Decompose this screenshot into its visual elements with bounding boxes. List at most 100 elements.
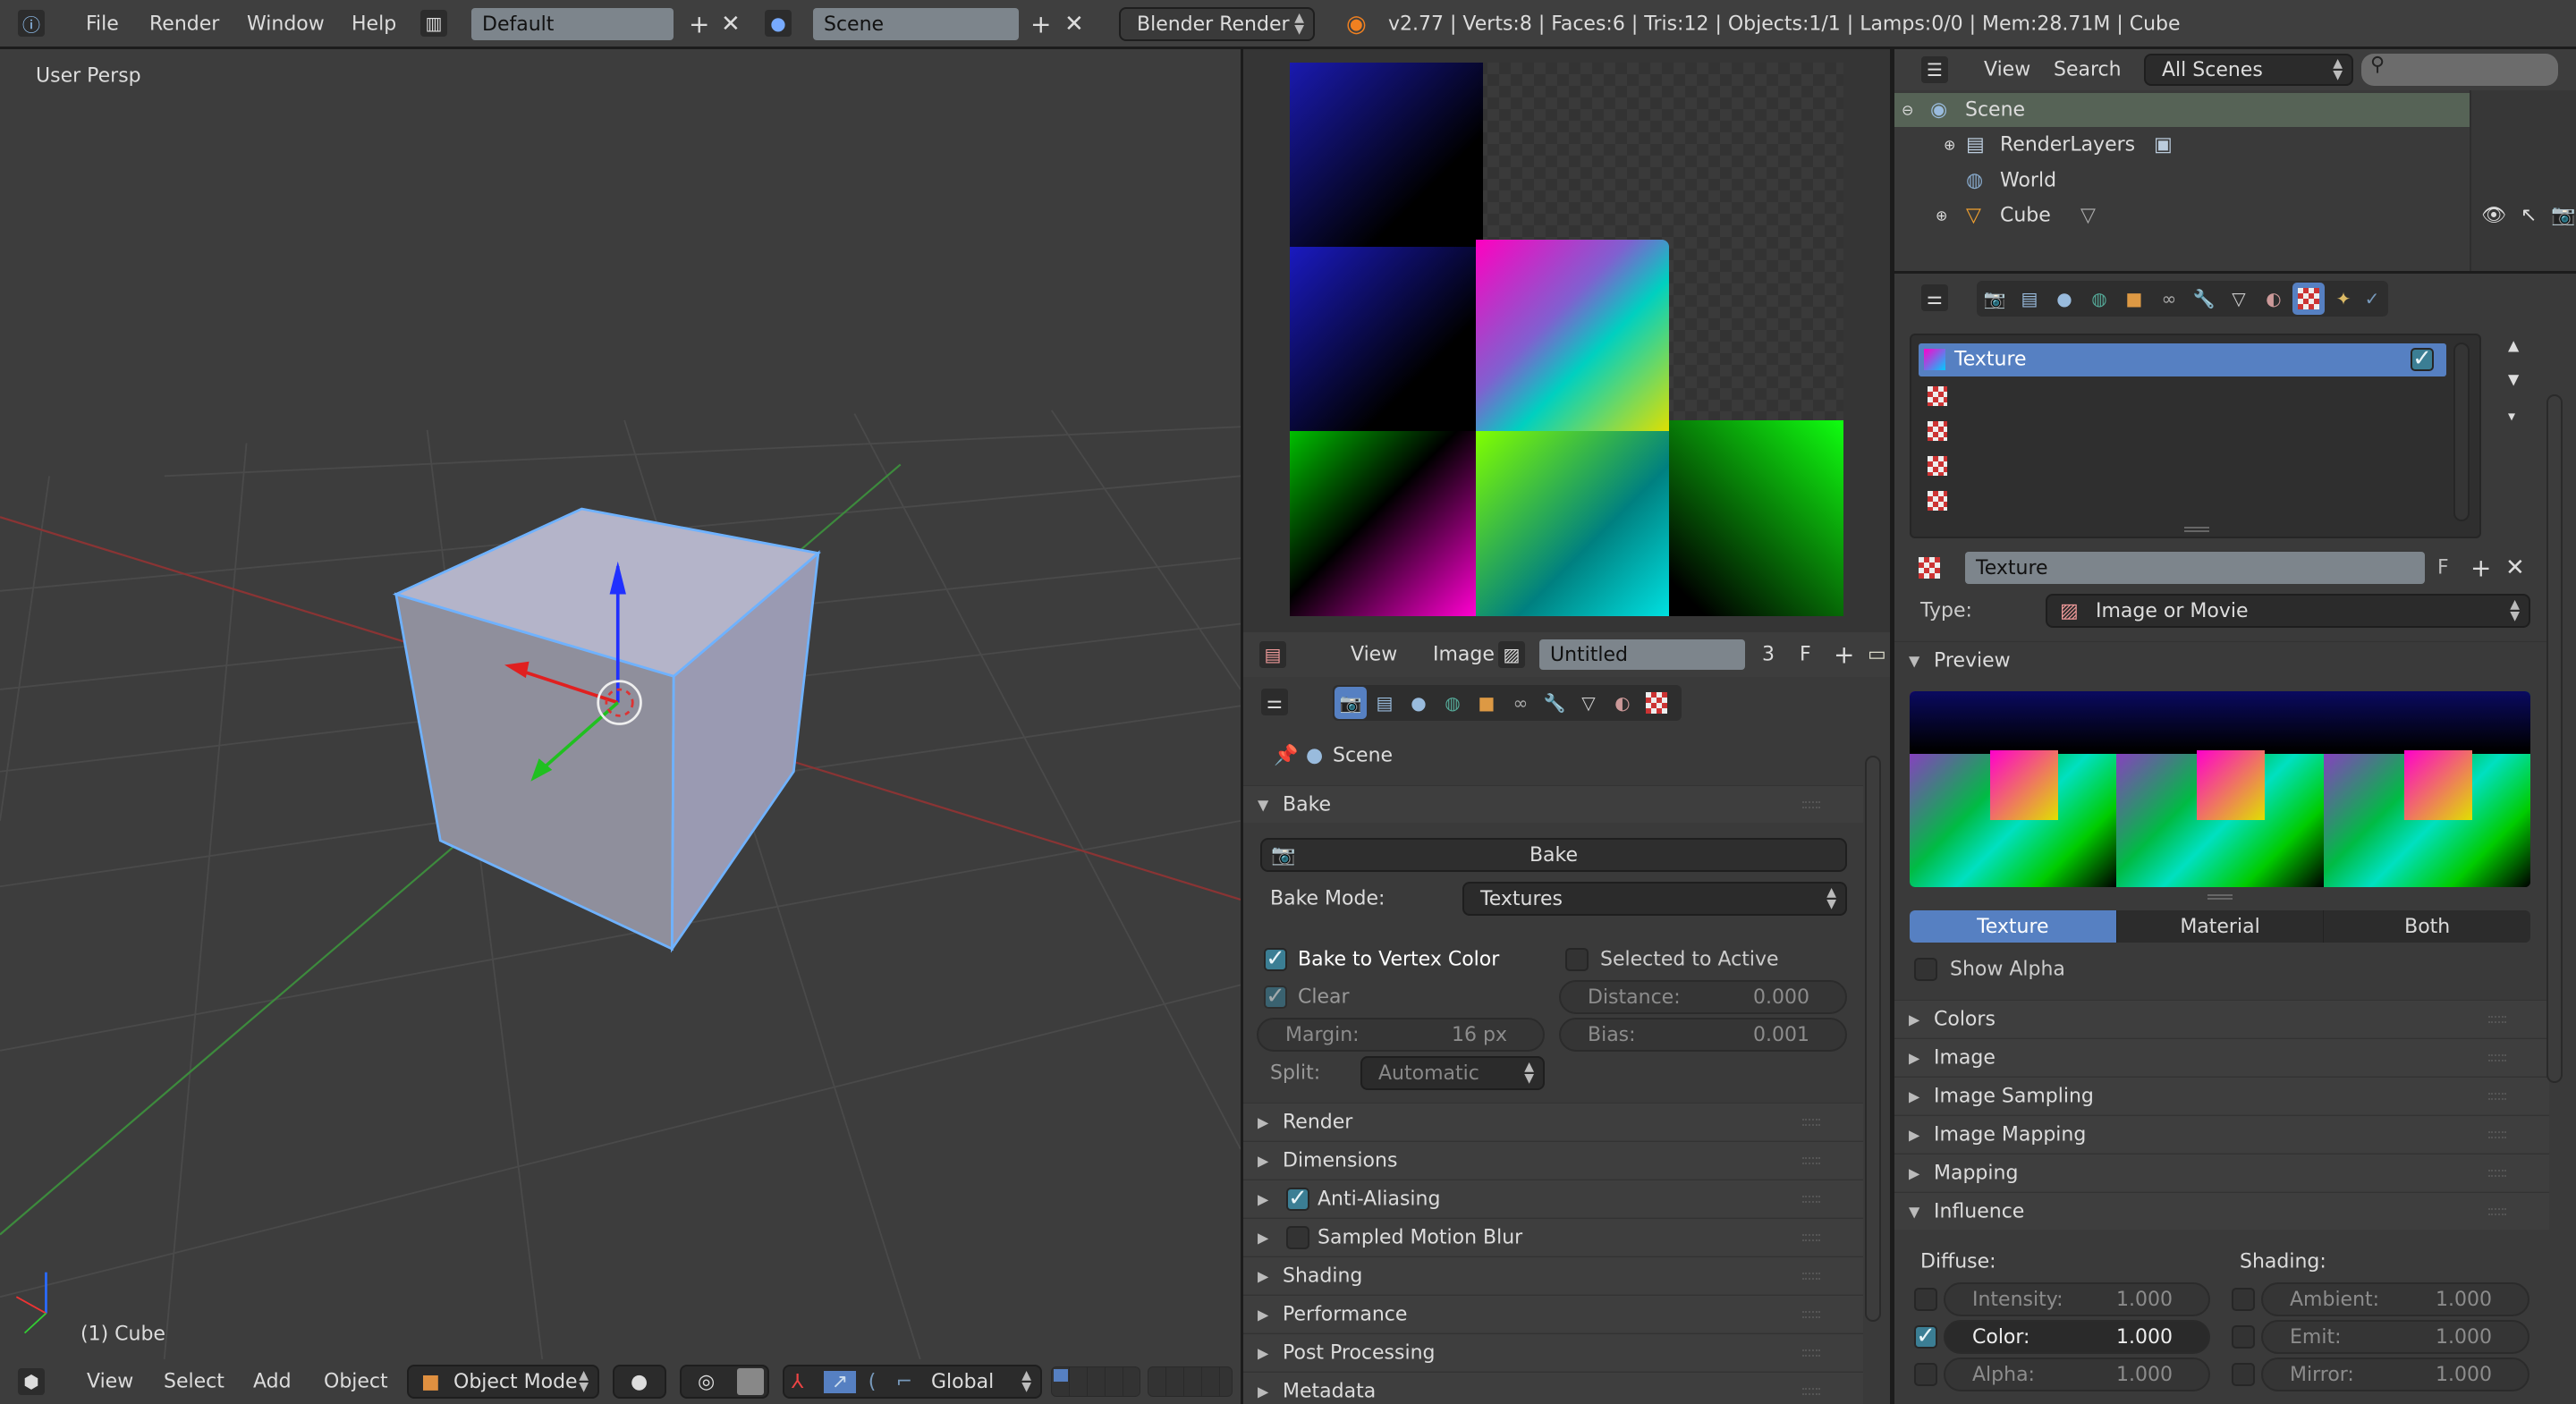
tab-data[interactable]: ▽ <box>2223 283 2255 315</box>
new-texture-button[interactable]: + <box>2470 554 2491 583</box>
tab-scene[interactable]: ● <box>2048 283 2080 315</box>
texture-slot-active[interactable]: Texture ✓ <box>1919 343 2446 376</box>
outliner-item-cube[interactable]: Cube <box>2000 205 2051 227</box>
panel-influence[interactable]: ▼ Influence <box>1894 1192 2549 1230</box>
mirror-checkbox[interactable] <box>2232 1363 2255 1386</box>
bias-field[interactable]: Bias: 0.001 <box>1559 1018 1847 1052</box>
tab-render-layers[interactable]: ▤ <box>1368 687 1401 719</box>
menu-file[interactable]: File <box>86 13 119 36</box>
tab-material[interactable]: ◐ <box>1606 687 1639 719</box>
tab-physics[interactable]: ✓ <box>2356 283 2388 315</box>
panel-metadata[interactable]: ▶ Metadata <box>1243 1372 1863 1404</box>
image-name-field[interactable]: Untitled <box>1539 639 1745 670</box>
outliner-item-renderlayers[interactable]: RenderLayers <box>2000 134 2135 156</box>
outliner-item-world[interactable]: World <box>2000 170 2056 192</box>
color-field[interactable]: Color: 1.000 <box>1944 1320 2210 1354</box>
mirror-field[interactable]: Mirror: 1.000 <box>2261 1357 2529 1391</box>
tab-render-layers[interactable]: ▤ <box>2013 283 2046 315</box>
preview-resize-handle[interactable] <box>2207 894 2233 900</box>
tab-texture[interactable] <box>1640 687 1673 719</box>
tab-data[interactable]: ▽ <box>1572 687 1605 719</box>
visibility-eye-icon[interactable]: 👁 <box>2481 205 2506 227</box>
outliner-item-scene[interactable]: Scene <box>1965 99 2025 122</box>
image-users-count[interactable]: 3 <box>1762 644 1775 666</box>
texture-name-field[interactable]: Texture <box>1965 552 2425 584</box>
fake-user-button[interactable]: F <box>2437 557 2449 579</box>
scene-icon[interactable]: ● <box>765 10 792 37</box>
tab-render[interactable]: 📷 <box>1979 283 2011 315</box>
open-image-icon[interactable]: ▭ <box>1868 644 1886 666</box>
ambient-field[interactable]: Ambient: 1.000 <box>2261 1282 2529 1316</box>
screen-layout-icon[interactable]: ▥ <box>420 10 447 37</box>
3d-viewport[interactable]: User Persp (1) Cube <box>0 49 1241 1359</box>
tab-modifiers[interactable]: 🔧 <box>1538 687 1571 719</box>
menu-view[interactable]: View <box>1351 644 1397 666</box>
panel-dimensions[interactable]: ▶ Dimensions <box>1243 1141 1863 1179</box>
panel-mapping[interactable]: ▶ Mapping <box>1894 1154 2549 1191</box>
menu-help[interactable]: Help <box>352 13 396 36</box>
tab-object[interactable]: ■ <box>2118 283 2150 315</box>
list-resize-handle[interactable] <box>2184 527 2209 532</box>
scrollbar[interactable] <box>2546 394 2563 1083</box>
tab-particles[interactable]: ✦ <box>2327 283 2360 315</box>
clear-checkbox[interactable]: ✓ <box>1264 985 1287 1009</box>
show-alpha-checkbox[interactable] <box>1914 958 1937 981</box>
preview-panel-header[interactable]: ▼ Preview <box>1894 641 2549 679</box>
panel-shading[interactable]: ▶ Shading <box>1243 1256 1863 1294</box>
preview-tab-material[interactable]: Material <box>2115 910 2324 943</box>
panel-sampled-motion-blur[interactable]: ▶ Sampled Motion Blur <box>1243 1218 1863 1256</box>
delete-layout-button[interactable]: ✕ <box>721 11 741 38</box>
clear-label[interactable]: Clear <box>1298 986 1350 1009</box>
bake-mode-dropdown[interactable]: Textures ▲ ▼ <box>1462 882 1847 916</box>
editor-type-properties-icon[interactable]: ⚌ <box>1261 689 1288 715</box>
tab-world[interactable]: ◍ <box>1436 687 1469 719</box>
list-scrollbar[interactable] <box>2453 343 2470 521</box>
menu-object[interactable]: Object <box>324 1371 388 1393</box>
scrollbar[interactable] <box>1865 756 1881 1322</box>
show-alpha-label[interactable]: Show Alpha <box>1950 959 2065 981</box>
render-engine-dropdown[interactable]: Blender Render ▲ ▼ <box>1119 7 1315 41</box>
tab-material[interactable]: ◐ <box>2258 283 2290 315</box>
tab-constraints[interactable]: ∞ <box>2153 283 2185 315</box>
manipulator-group[interactable]: ⅄ ↗(⌐ Global ▲ ▼ <box>783 1365 1042 1399</box>
panel-post-processing[interactable]: ▶ Post Processing <box>1243 1333 1863 1371</box>
menu-view[interactable]: View <box>87 1371 133 1393</box>
selected-to-active-label[interactable]: Selected to Active <box>1600 949 1779 971</box>
renderable-camera-icon[interactable]: 📷 <box>2551 205 2575 227</box>
texture-slot-empty-icon[interactable] <box>1928 456 1947 476</box>
layout-field[interactable]: Default <box>471 8 674 40</box>
tab-world[interactable]: ◍ <box>2083 283 2115 315</box>
intensity-field[interactable]: Intensity: 1.000 <box>1944 1282 2210 1316</box>
active-layer[interactable] <box>1054 1369 1068 1382</box>
rotate-manip-icon[interactable]: ↗ <box>824 1370 856 1393</box>
bake-panel-header[interactable]: ▼ Bake <box>1243 785 1863 823</box>
editor-type-3d-icon[interactable]: ⬢ <box>18 1368 45 1395</box>
collapse-toggle-icon[interactable]: ⊖ <box>1902 102 1913 119</box>
intensity-checkbox[interactable] <box>1914 1288 1937 1311</box>
mode-dropdown[interactable]: ■ Object Mode ▲ ▼ <box>407 1365 599 1399</box>
bake-button[interactable]: 📷 Bake <box>1260 838 1847 872</box>
bake-to-vertex-color-checkbox[interactable]: ✓ <box>1264 947 1287 971</box>
distance-field[interactable]: Distance: 0.000 <box>1559 980 1847 1014</box>
texture-slot-enabled-checkbox[interactable]: ✓ <box>2411 347 2434 371</box>
fake-user-button[interactable]: F <box>1800 644 1811 666</box>
texture-slot-empty-icon[interactable] <box>1928 386 1947 406</box>
tab-constraints[interactable]: ∞ <box>1504 687 1537 719</box>
panel-anti-aliasing[interactable]: ▶ ✓ Anti-Aliasing <box>1243 1180 1863 1217</box>
anti-aliasing-checkbox[interactable]: ✓ <box>1286 1187 1309 1211</box>
editor-type-image-icon[interactable]: ▤ <box>1259 641 1286 668</box>
new-image-button[interactable]: + <box>1834 640 1854 670</box>
image-browse-icon[interactable]: ▨ <box>1498 641 1525 668</box>
tab-render[interactable]: 📷 <box>1335 687 1367 719</box>
emit-field[interactable]: Emit: 1.000 <box>2261 1320 2529 1354</box>
scale-manip-icon[interactable]: ( <box>856 1371 888 1393</box>
preview-tab-both[interactable]: Both <box>2323 910 2530 943</box>
menu-add[interactable]: Add <box>253 1371 292 1393</box>
outliner-search-input[interactable]: ⚲ <box>2361 54 2558 86</box>
bake-to-vertex-color-label[interactable]: Bake to Vertex Color <box>1298 949 1499 971</box>
tab-texture[interactable] <box>2292 283 2325 315</box>
delete-scene-button[interactable]: ✕ <box>1064 11 1084 38</box>
preview-tab-texture[interactable]: Texture <box>1910 910 2116 943</box>
transform-icon[interactable]: ⌐ <box>888 1371 920 1393</box>
info-editor-icon[interactable]: ⓘ <box>18 10 45 37</box>
